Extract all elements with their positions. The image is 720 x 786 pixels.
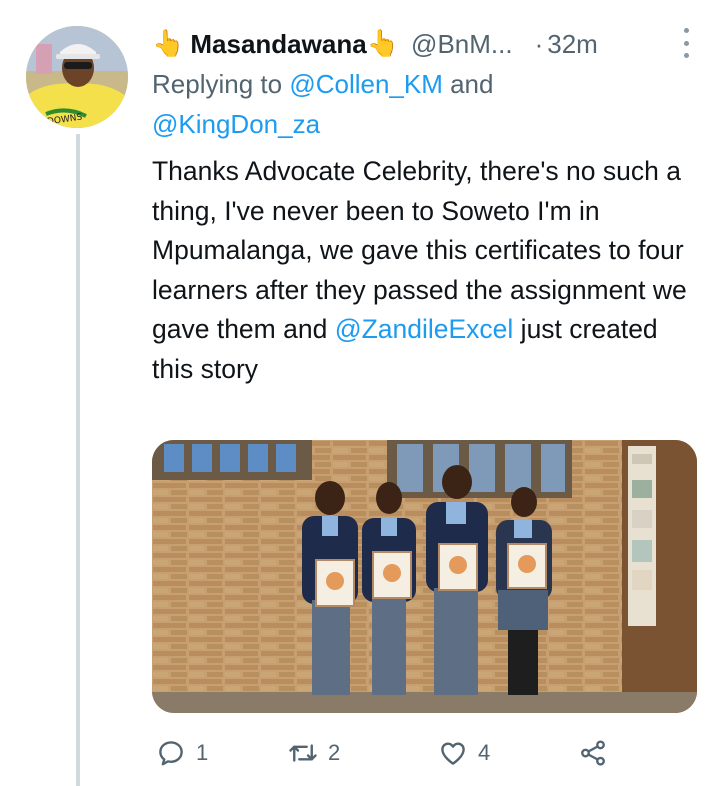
like-button[interactable]: 4 <box>438 733 490 773</box>
replying-to: Replying to @Collen_KM and @KingDon_za <box>152 64 692 144</box>
retweet-button[interactable]: 2 <box>288 733 340 773</box>
mention-link[interactable]: @ZandileExcel <box>335 314 514 344</box>
learners-photo-icon <box>152 440 697 713</box>
replying-to-label: Replying to <box>152 69 290 99</box>
mention-link[interactable]: @Collen_KM <box>289 69 443 99</box>
avatar-photo-icon: SUNDOWNS <box>26 26 128 128</box>
tweet-media-photo[interactable] <box>152 440 697 713</box>
retweet-icon <box>289 744 317 762</box>
user-handle[interactable]: @BnM... <box>411 29 513 60</box>
separator-dot: · <box>534 28 544 59</box>
avatar[interactable]: SUNDOWNS <box>26 26 128 128</box>
display-name[interactable]: Masandawana <box>190 29 366 60</box>
share-icon <box>581 740 605 766</box>
heart-icon <box>441 742 465 765</box>
more-options-icon[interactable] <box>680 28 692 58</box>
pointing-up-emoji-icon: 👆 <box>152 29 185 59</box>
share-button[interactable] <box>578 733 608 773</box>
reply-button[interactable]: 1 <box>156 733 208 773</box>
like-count: 4 <box>478 740 491 765</box>
thread-line <box>76 134 80 786</box>
reply-icon <box>159 741 183 766</box>
mention-link[interactable]: @KingDon_za <box>152 109 320 139</box>
retweet-count: 2 <box>328 740 341 765</box>
pointing-up-emoji-icon: 👆 <box>366 29 400 59</box>
timestamp[interactable]: 32m <box>547 29 598 60</box>
tweet-actions: 1 2 4 <box>152 733 632 773</box>
replying-conjunction: and <box>442 69 494 99</box>
tweet-header: 👆 Masandawana 👆 @BnM... · 32m <box>152 26 692 62</box>
reply-count: 1 <box>196 740 209 765</box>
tweet-text: Thanks Advocate Celebrity, there's no su… <box>152 152 692 389</box>
